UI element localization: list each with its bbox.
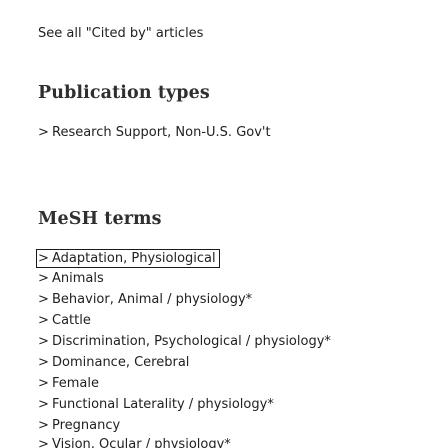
- mesh-term-item[interactable]: > Discrimination, Psychological / physiol…: [38, 334, 331, 350]
- mesh-term-label: Functional Laterality / physiology*: [52, 397, 274, 412]
- chevron-right-icon: >: [38, 376, 49, 391]
- mesh-term-item[interactable]: > Functional Laterality / physiology*: [38, 397, 274, 413]
- chevron-right-icon: >: [38, 437, 49, 448]
- chevron-right-icon: >: [38, 292, 49, 307]
- mesh-term-label: Dominance, Cerebral: [52, 355, 190, 370]
- mesh-term-focused-button[interactable]: > Adaptation, Physiological: [36, 249, 220, 268]
- publication-type-item[interactable]: > Research Support, Non-U.S. Gov't: [38, 125, 271, 141]
- mesh-term-label: Behavior, Animal / physiology*: [52, 292, 253, 307]
- chevron-right-icon: >: [38, 397, 49, 412]
- chevron-right-icon: >: [38, 125, 49, 140]
- mesh-term-item[interactable]: > Vision, Ocular / physiology*: [38, 437, 231, 448]
- mesh-term-item[interactable]: > Dominance, Cerebral: [38, 355, 189, 371]
- mesh-term-label: Discrimination, Psychological / physiolo…: [52, 334, 331, 349]
- mesh-term-item[interactable]: > Behavior, Animal / physiology*: [38, 292, 252, 308]
- mesh-term-item[interactable]: > Adaptation, Physiological: [36, 249, 220, 268]
- publication-type-label: Research Support, Non-U.S. Gov't: [52, 125, 271, 140]
- mesh-term-label: Pregnancy: [52, 418, 121, 433]
- chevron-right-icon: >: [38, 271, 49, 286]
- mesh-term-item[interactable]: > Animals: [38, 271, 104, 287]
- mesh-term-label: Adaptation, Physiological: [52, 251, 216, 266]
- chevron-right-icon: >: [38, 313, 49, 328]
- mesh-term-label: Vision, Ocular / physiology*: [52, 437, 231, 448]
- chevron-right-icon: >: [38, 334, 49, 349]
- chevron-right-icon: >: [38, 355, 49, 370]
- mesh-term-label: Animals: [52, 271, 104, 286]
- mesh-term-item[interactable]: > Female: [38, 376, 99, 392]
- see-all-cited-by-link[interactable]: See all "Cited by" articles: [38, 26, 203, 42]
- mesh-terms-heading: MeSH terms: [38, 209, 162, 229]
- chevron-right-icon: >: [38, 418, 49, 433]
- mesh-term-item[interactable]: > Pregnancy: [38, 418, 120, 434]
- publication-types-heading: Publication types: [38, 83, 210, 103]
- mesh-term-label: Female: [52, 376, 100, 391]
- mesh-term-label: Cattle: [52, 313, 91, 328]
- chevron-right-icon: >: [38, 251, 49, 266]
- mesh-term-item[interactable]: > Cattle: [38, 313, 91, 329]
